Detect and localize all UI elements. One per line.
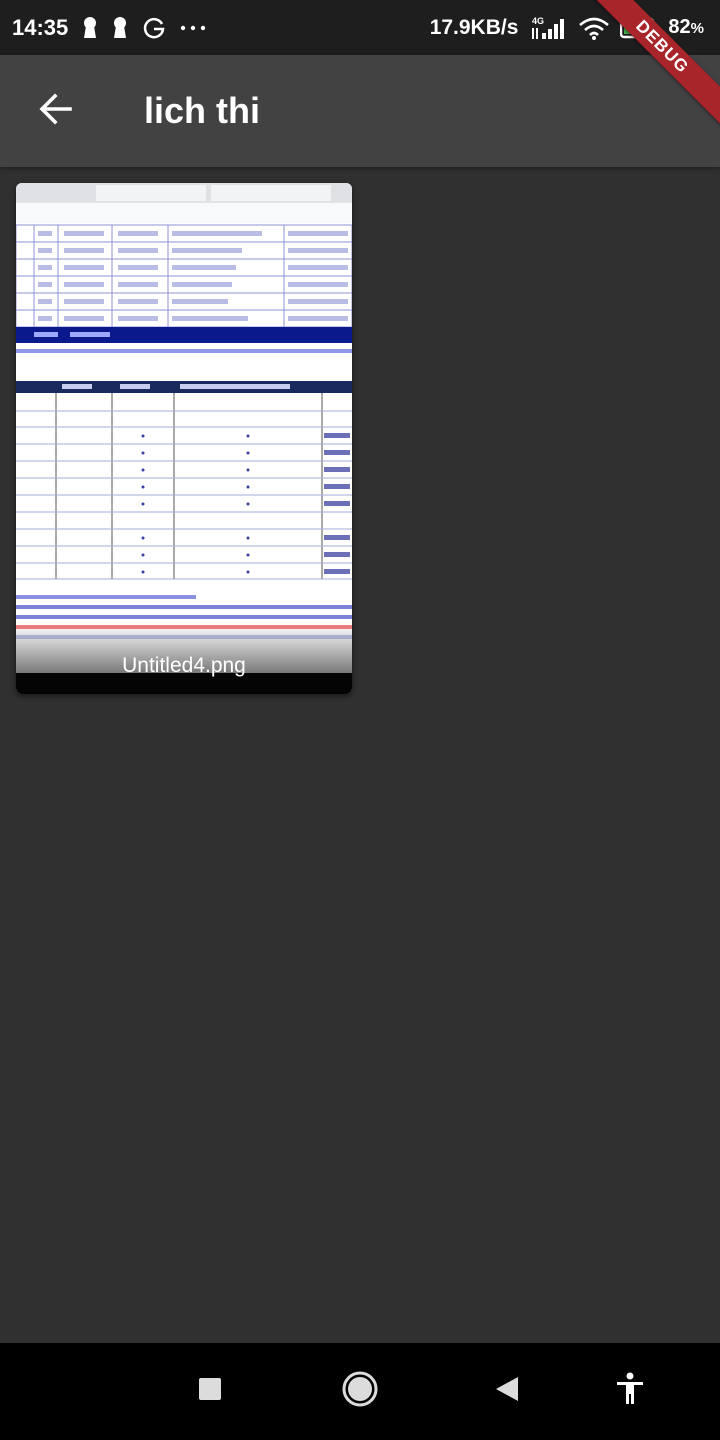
- arrow-back-icon: [38, 91, 74, 132]
- system-nav-bar: [0, 1343, 720, 1440]
- square-recents-icon: [197, 1376, 223, 1407]
- more-dots-icon: [180, 24, 206, 32]
- accessibility-icon: [614, 1372, 646, 1411]
- battery-percent: 82%: [668, 16, 704, 38]
- battery-icon: [620, 17, 658, 39]
- file-grid: Untitled4.png: [16, 183, 352, 694]
- file-name: Untitled4.png: [122, 654, 246, 677]
- home-button[interactable]: [320, 1343, 400, 1440]
- recents-button[interactable]: [170, 1343, 250, 1440]
- signal-icon: 4G: [528, 15, 568, 41]
- file-tile[interactable]: Untitled4.png: [16, 183, 352, 694]
- network-type: 4G: [532, 16, 544, 26]
- network-speed: 17.9KB/s: [429, 15, 519, 39]
- file-thumbnail: [16, 183, 352, 694]
- wifi-icon: [578, 16, 610, 40]
- circle-home-icon: [340, 1369, 380, 1414]
- keyhole-icon: [112, 16, 128, 40]
- back-button[interactable]: [20, 75, 92, 147]
- status-bar: 14:35 17.9KB/s 4G 82%: [0, 0, 720, 55]
- accessibility-button[interactable]: [590, 1343, 670, 1440]
- g-icon: [142, 16, 166, 40]
- page-title: lich thi: [144, 90, 260, 131]
- back-nav-button[interactable]: [466, 1343, 546, 1440]
- keyhole-icon: [82, 16, 98, 40]
- app-bar: lich thi: [0, 55, 720, 167]
- triangle-back-icon: [492, 1375, 520, 1408]
- status-time: 14:35: [12, 14, 69, 40]
